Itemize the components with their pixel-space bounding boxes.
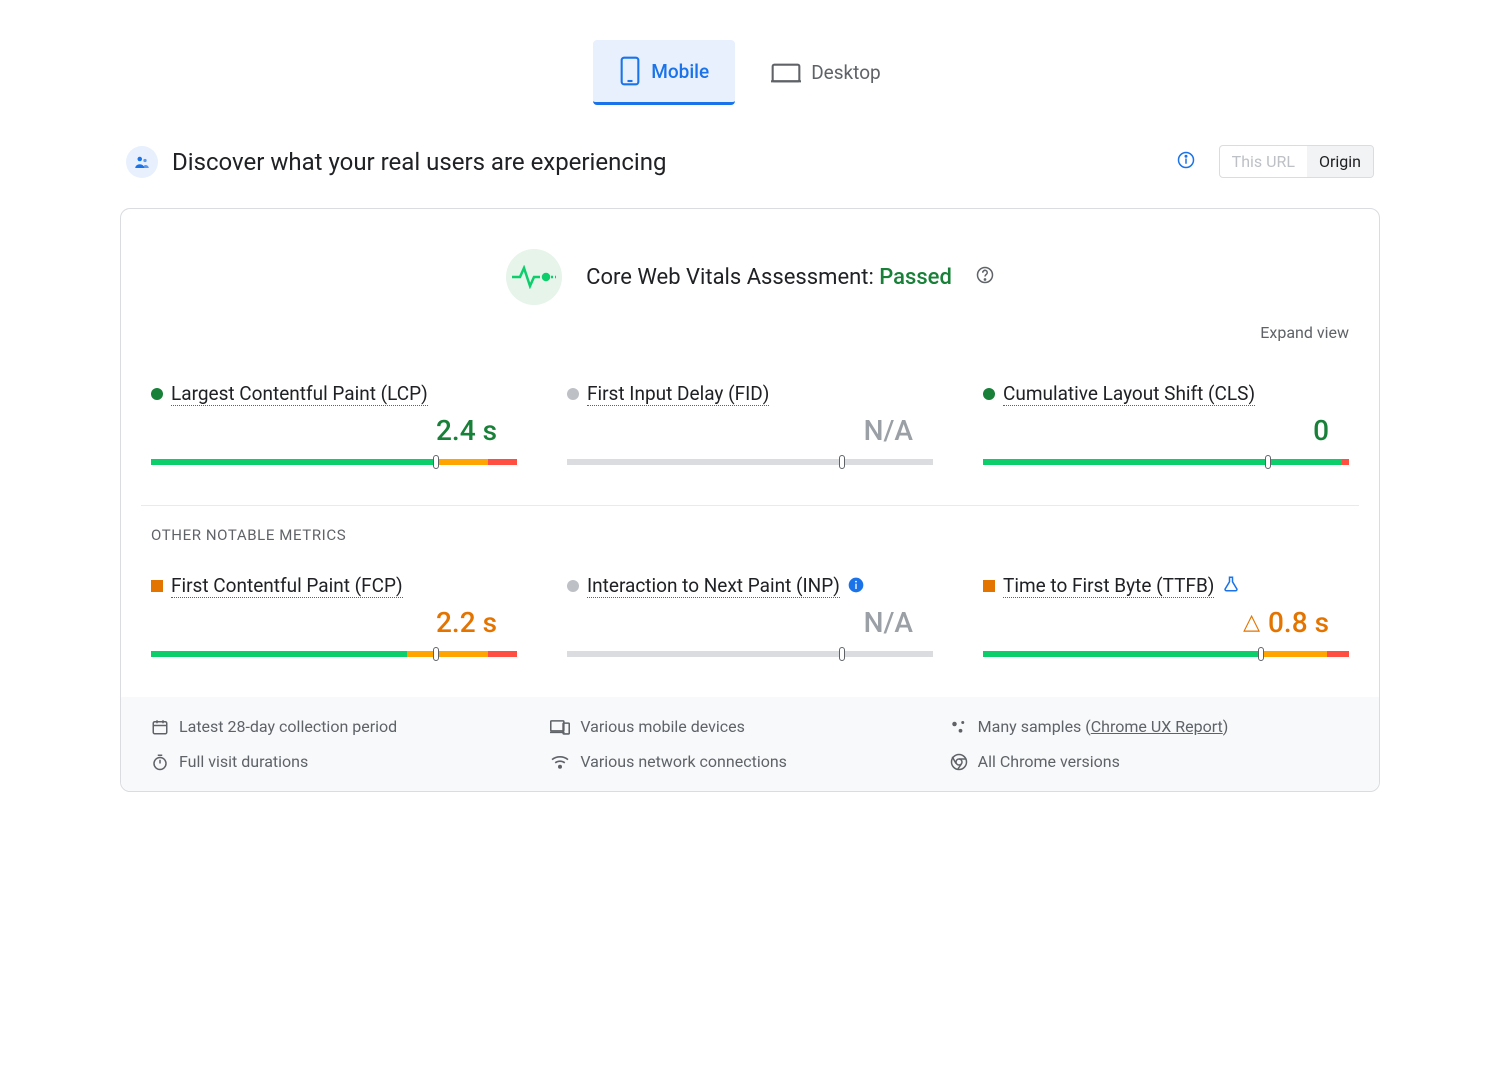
metric-fcp-bar bbox=[151, 651, 517, 657]
expand-view-link[interactable]: Expand view bbox=[141, 315, 1359, 352]
assessment-badge: Core Web Vitals Assessment: Passed bbox=[141, 249, 1359, 305]
metric-cls-value: 0 bbox=[983, 414, 1349, 447]
scatter-icon bbox=[950, 718, 968, 736]
help-icon[interactable] bbox=[976, 266, 994, 288]
other-grid: First Contentful Paint (FCP) 2.2 s Inter… bbox=[141, 544, 1359, 697]
section-title: Discover what your real users are experi… bbox=[172, 148, 666, 176]
metric-lcp-value: 2.4 s bbox=[151, 414, 517, 447]
metric-ttfb-name[interactable]: Time to First Byte (TTFB) bbox=[1003, 574, 1214, 598]
metric-fid-value: N/A bbox=[567, 414, 933, 447]
metric-lcp-bar bbox=[151, 459, 517, 465]
status-dot-icon bbox=[151, 388, 163, 400]
info-icon[interactable] bbox=[848, 575, 864, 598]
mobile-icon bbox=[619, 56, 641, 86]
metric-lcp: Largest Contentful Paint (LCP) 2.4 s bbox=[151, 382, 517, 465]
devices-icon bbox=[550, 718, 570, 736]
metric-cls-name[interactable]: Cumulative Layout Shift (CLS) bbox=[1003, 382, 1255, 406]
status-dot-icon bbox=[567, 580, 579, 592]
flask-icon[interactable] bbox=[1222, 575, 1240, 598]
device-tabs: Mobile Desktop bbox=[120, 40, 1380, 105]
wifi-icon bbox=[550, 754, 570, 770]
toggle-this-url[interactable]: This URL bbox=[1220, 146, 1307, 177]
assessment-text: Core Web Vitals Assessment: Passed bbox=[586, 265, 952, 290]
status-dot-icon bbox=[567, 388, 579, 400]
metric-fcp: First Contentful Paint (FCP) 2.2 s bbox=[151, 574, 517, 657]
footer-durations: Full visit durations bbox=[151, 752, 550, 771]
pulse-icon bbox=[506, 249, 562, 305]
tab-mobile-label: Mobile bbox=[651, 60, 709, 83]
footer-devices: Various mobile devices bbox=[550, 717, 949, 736]
metadata-footer: Latest 28-day collection period Various … bbox=[121, 697, 1379, 791]
info-icon[interactable] bbox=[1177, 151, 1195, 173]
chrome-ux-report-link[interactable]: Chrome UX Report bbox=[1091, 717, 1223, 736]
desktop-icon bbox=[771, 62, 801, 84]
metric-inp-name[interactable]: Interaction to Next Paint (INP) bbox=[587, 574, 840, 598]
metric-ttfb-value: △0.8 s bbox=[983, 606, 1349, 639]
section-header: Discover what your real users are experi… bbox=[120, 145, 1380, 178]
assessment-result: Passed bbox=[879, 265, 952, 290]
users-icon bbox=[126, 146, 158, 178]
chrome-icon bbox=[950, 753, 968, 771]
metric-fid-bar bbox=[567, 459, 933, 465]
calendar-icon bbox=[151, 718, 169, 736]
metric-ttfb: Time to First Byte (TTFB) △0.8 s bbox=[983, 574, 1349, 657]
cwv-grid: Largest Contentful Paint (LCP) 2.4 s Fir… bbox=[141, 352, 1359, 505]
stopwatch-icon bbox=[151, 753, 169, 771]
footer-samples: Many samples (Chrome UX Report) bbox=[950, 717, 1349, 736]
url-origin-toggle: This URL Origin bbox=[1219, 145, 1374, 178]
status-dot-icon bbox=[983, 388, 995, 400]
tab-desktop[interactable]: Desktop bbox=[745, 40, 907, 105]
footer-network: Various network connections bbox=[550, 752, 949, 771]
metric-cls-bar bbox=[983, 459, 1349, 465]
tab-desktop-label: Desktop bbox=[811, 61, 881, 84]
metric-ttfb-bar bbox=[983, 651, 1349, 657]
assessment-card: Core Web Vitals Assessment: Passed Expan… bbox=[120, 208, 1380, 792]
metric-fid: First Input Delay (FID) N/A bbox=[567, 382, 933, 465]
footer-chrome: All Chrome versions bbox=[950, 752, 1349, 771]
status-square-icon bbox=[151, 580, 163, 592]
metric-inp: Interaction to Next Paint (INP) N/A bbox=[567, 574, 933, 657]
metric-fcp-name[interactable]: First Contentful Paint (FCP) bbox=[171, 574, 403, 598]
metric-inp-bar bbox=[567, 651, 933, 657]
toggle-origin[interactable]: Origin bbox=[1307, 146, 1373, 177]
other-metrics-title: OTHER NOTABLE METRICS bbox=[141, 505, 1359, 544]
tab-mobile[interactable]: Mobile bbox=[593, 40, 735, 105]
footer-period: Latest 28-day collection period bbox=[151, 717, 550, 736]
warning-icon: △ bbox=[1243, 610, 1260, 635]
metric-lcp-name[interactable]: Largest Contentful Paint (LCP) bbox=[171, 382, 428, 406]
metric-fcp-value: 2.2 s bbox=[151, 606, 517, 639]
metric-inp-value: N/A bbox=[567, 606, 933, 639]
metric-cls: Cumulative Layout Shift (CLS) 0 bbox=[983, 382, 1349, 465]
metric-fid-name[interactable]: First Input Delay (FID) bbox=[587, 382, 769, 406]
status-square-icon bbox=[983, 580, 995, 592]
